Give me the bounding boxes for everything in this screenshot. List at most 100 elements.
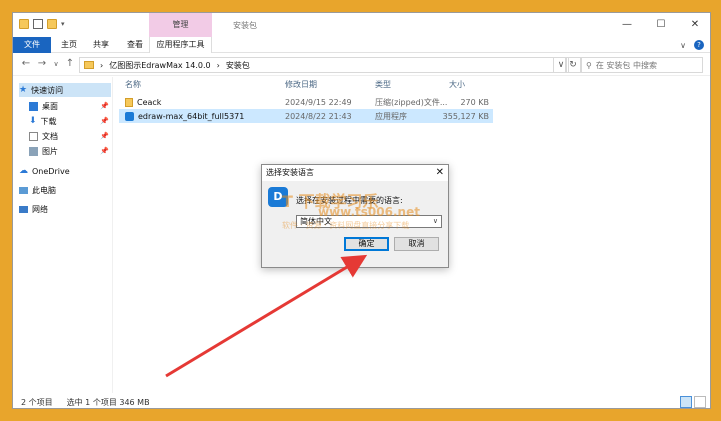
details-view-icon[interactable]: [680, 396, 692, 408]
nav-item-quick-access[interactable]: ★ 快速访问: [19, 83, 111, 97]
nav-label: 下载: [40, 116, 57, 126]
pin-icon: 📌: [100, 147, 109, 155]
back-arrow-icon[interactable]: ←: [19, 58, 33, 69]
nav-item-network[interactable]: 网络: [19, 202, 111, 216]
status-bar: 2 个项目 选中 1 个项目 346 MB: [13, 394, 710, 408]
address-row: ← → ∨ ↑ › 亿图图示EdrawMax 14.0.0 › 安装包 ∨ ↻ …: [13, 54, 710, 76]
properties-icon[interactable]: [33, 19, 43, 29]
search-placeholder: 在 安装包 中搜索: [595, 60, 657, 70]
file-row-selected[interactable]: edraw-max_64bit_full5371 2024/8/22 21:43…: [119, 109, 493, 123]
nav-item-desktop[interactable]: 桌面 📌: [19, 99, 111, 113]
folder-icon: [84, 61, 94, 69]
file-size: 355,127 KB: [442, 111, 489, 121]
background-right: [711, 0, 721, 421]
language-dialog: 选择安装语言 ✕ D 选择在安装过程中需要的语言: 简体中文 ∨ 确定 取消: [261, 164, 449, 268]
maximize-button[interactable]: ☐: [644, 13, 678, 37]
ok-button[interactable]: 确定: [344, 237, 389, 251]
new-folder-icon[interactable]: [47, 19, 57, 29]
column-header-date[interactable]: 修改日期: [285, 77, 317, 93]
file-type: 压缩(zipped)文件...: [375, 97, 448, 107]
search-icon: ⚲: [586, 60, 592, 70]
help-icon[interactable]: ?: [694, 40, 704, 50]
dialog-title-text: 选择安装语言: [266, 168, 314, 177]
breadcrumb-separator: ›: [100, 60, 104, 70]
search-input[interactable]: ⚲ 在 安装包 中搜索: [581, 57, 703, 73]
nav-item-documents[interactable]: 文档 📌: [19, 129, 111, 143]
manage-context-tab[interactable]: 管理: [149, 13, 212, 37]
nav-label: 网络: [32, 204, 48, 214]
file-type: 应用程序: [375, 111, 407, 121]
pictures-icon: [29, 146, 38, 156]
navigation-pane: ★ 快速访问 桌面 📌 ⬇ 下载 📌 文档 📌 图片 📌 ☁ OneDrive: [13, 77, 113, 393]
dialog-message: 选择在安装过程中需要的语言:: [296, 196, 403, 205]
nav-item-this-pc[interactable]: 此电脑: [19, 183, 111, 197]
file-date: 2024/8/22 21:43: [285, 111, 352, 121]
file-name-cell: Ceack: [125, 97, 162, 107]
file-size: 270 KB: [460, 97, 489, 107]
nav-label: OneDrive: [32, 166, 70, 176]
app-icon: [125, 111, 134, 121]
file-row[interactable]: Ceack 2024/9/15 22:49 压缩(zipped)文件... 27…: [119, 95, 493, 109]
dialog-close-button[interactable]: ✕: [436, 165, 444, 181]
item-count: 2 个项目: [21, 397, 53, 407]
tab-application-tools[interactable]: 应用程序工具: [149, 37, 212, 53]
title-bar: ▾ 管理 安装包 — ☐ ✕: [13, 13, 710, 37]
dialog-title: 选择安装语言 ✕: [262, 165, 448, 181]
background-bottom: [0, 409, 721, 421]
nav-label: 此电脑: [32, 185, 56, 195]
file-name: edraw-max_64bit_full5371: [138, 111, 245, 121]
edraw-logo-icon: D: [268, 187, 288, 207]
nav-label: 文档: [42, 131, 58, 141]
breadcrumb-separator: ›: [216, 60, 220, 70]
nav-label: 快速访问: [31, 85, 64, 95]
folder-icon[interactable]: [19, 19, 29, 29]
language-select[interactable]: 简体中文 ∨: [296, 215, 442, 228]
document-icon: [29, 131, 38, 141]
nav-item-downloads[interactable]: ⬇ 下载 📌: [19, 114, 111, 128]
up-arrow-icon[interactable]: ↑: [63, 58, 77, 69]
zip-folder-icon: [125, 97, 133, 107]
star-icon: ★: [19, 85, 28, 95]
ribbon-right-controls: ∨ ?: [680, 40, 704, 50]
breadcrumb-installer[interactable]: 安装包: [226, 60, 250, 71]
customize-toolbar-icon[interactable]: ▾: [61, 19, 71, 29]
cloud-icon: ☁: [19, 166, 28, 176]
tab-view[interactable]: 查看: [119, 37, 151, 53]
selection-info: 选中 1 个项目 346 MB: [66, 397, 150, 407]
view-toggle: [680, 396, 706, 408]
window-title: 安装包: [233, 21, 257, 30]
address-bar[interactable]: › 亿图图示EdrawMax 14.0.0 › 安装包: [79, 57, 567, 73]
recent-locations-icon[interactable]: ∨: [49, 60, 63, 68]
forward-arrow-icon[interactable]: →: [35, 58, 49, 69]
language-select-value: 简体中文: [300, 217, 332, 226]
close-button[interactable]: ✕: [678, 13, 710, 37]
desktop-icon: [29, 101, 38, 111]
cancel-button[interactable]: 取消: [394, 237, 439, 251]
expand-ribbon-icon[interactable]: ∨: [680, 41, 686, 50]
nav-label: 桌面: [42, 101, 58, 111]
column-header-size[interactable]: 大小: [449, 77, 465, 93]
minimize-button[interactable]: —: [610, 13, 644, 37]
file-name: Ceack: [137, 97, 162, 107]
tab-home[interactable]: 主页: [53, 37, 85, 53]
file-date: 2024/9/15 22:49: [285, 97, 352, 107]
download-icon: ⬇: [29, 116, 37, 126]
pin-icon: 📌: [100, 117, 109, 125]
large-icons-view-icon[interactable]: [694, 396, 706, 408]
nav-item-pictures[interactable]: 图片 📌: [19, 144, 111, 158]
refresh-icon[interactable]: ↻: [565, 57, 581, 73]
nav-item-onedrive[interactable]: ☁ OneDrive: [19, 164, 111, 178]
breadcrumb-edrawmax[interactable]: 亿图图示EdrawMax 14.0.0: [109, 60, 210, 71]
tab-file[interactable]: 文件: [13, 37, 51, 53]
file-name-cell: edraw-max_64bit_full5371: [125, 111, 245, 121]
tab-share[interactable]: 共享: [85, 37, 117, 53]
chevron-down-icon: ∨: [432, 217, 438, 225]
network-icon: [19, 205, 28, 213]
column-header-type[interactable]: 类型: [375, 77, 391, 93]
pin-icon: 📌: [100, 102, 109, 110]
quick-access-toolbar: ▾: [19, 19, 71, 29]
nav-label: 图片: [42, 146, 58, 156]
column-header-name[interactable]: 名称: [125, 77, 141, 93]
pin-icon: 📌: [100, 132, 109, 140]
ribbon-tabs: 文件 主页 共享 查看 应用程序工具 ∨ ?: [13, 37, 710, 53]
